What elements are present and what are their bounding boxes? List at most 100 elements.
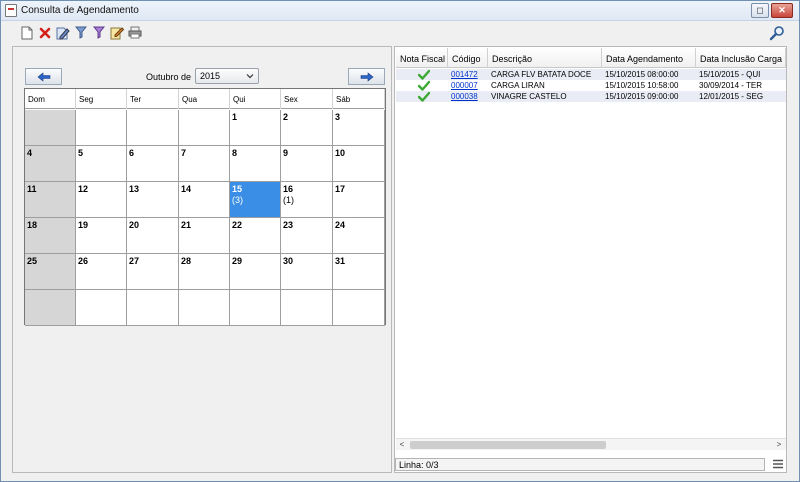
day-number: 14 [181,184,192,194]
calendar-day-cell[interactable]: 14 [179,182,230,218]
table-header: Nota Fiscal Código Descrição Data Agendamen… [396,48,786,68]
calendar-day-cell[interactable]: 15 (3) [230,182,281,218]
new-document-icon[interactable] [19,25,34,40]
previous-month-button[interactable] [25,68,62,85]
day-number: 19 [78,220,89,230]
calendar-day-cell[interactable]: 17 [333,182,385,218]
calendar-day-cell[interactable]: 27 [127,254,179,290]
calendar-day-cell[interactable]: 4 [25,146,76,182]
scroll-left-arrow[interactable]: < [396,439,408,451]
calendar-day-cell[interactable] [179,110,230,146]
chevron-down-icon [246,74,254,79]
scrollbar-thumb[interactable] [410,441,606,449]
table-row[interactable]: 001472 CARGA FLV BATATA DOCE 15/10/2015 08… [396,69,786,80]
column-header[interactable]: Data Inclusão Carga [696,48,786,68]
calendar-day-cell[interactable]: 1 [230,110,281,146]
weekday-label: Ter [127,89,179,109]
delete-icon[interactable] [37,25,52,40]
next-month-button[interactable] [348,68,385,85]
calendar-day-cell[interactable] [76,290,127,326]
weekday-label: Dom [25,89,76,109]
weekday-label: Qua [179,89,230,109]
close-button[interactable]: ✕ [771,3,793,18]
codigo-link[interactable]: 000007 [448,80,488,91]
calendar-day-cell[interactable]: 13 [127,182,179,218]
calendar-day-cell[interactable] [25,110,76,146]
calendar-day-cell[interactable]: 16 (1) [281,182,333,218]
codigo-link[interactable]: 000038 [448,91,488,102]
restore-button[interactable]: ◻ [751,3,769,18]
day-number: 2 [283,112,289,122]
column-header[interactable]: Descrição [488,48,602,68]
calendar-day-cell[interactable]: 28 [179,254,230,290]
filter-active-icon[interactable] [91,25,106,40]
calendar-day-cell[interactable] [230,290,281,326]
arrow-right-icon [360,71,373,82]
calendar-day-cell[interactable] [179,290,230,326]
day-number: 3 [335,112,341,122]
day-number: 18 [27,220,38,230]
toolbar [1,22,799,44]
scroll-right-arrow[interactable]: > [773,439,785,451]
calendar-day-cell[interactable] [333,290,385,326]
calendar-day-cell[interactable]: 22 [230,218,281,254]
nota-fiscal-cell [396,69,448,80]
print-icon[interactable] [127,25,142,40]
weekday-label: Qui [230,89,281,109]
calendar-day-cell[interactable]: 9 [281,146,333,182]
appointment-count: (3) [232,195,243,205]
calendar-day-cell[interactable]: 26 [76,254,127,290]
column-header[interactable]: Código [448,48,488,68]
day-number: 20 [129,220,140,230]
calendar-day-cell[interactable]: 11 [25,182,76,218]
calendar-day-cell[interactable]: 18 [25,218,76,254]
table-row[interactable]: 000007 CARGA LIRAN 15/10/2015 10:58:00 30/0… [396,80,786,91]
calendar-day-cell[interactable]: 5 [76,146,127,182]
day-number: 11 [27,184,37,194]
calendar-day-cell[interactable]: 23 [281,218,333,254]
day-number: 17 [335,184,346,194]
calendar-day-cell[interactable] [76,110,127,146]
weekday-label: Seg [76,89,127,109]
edit-icon[interactable] [109,25,124,40]
calendar-day-cell[interactable]: 20 [127,218,179,254]
calendar-day-cell[interactable]: 12 [76,182,127,218]
filter-icon[interactable] [73,25,88,40]
table-row[interactable]: 000038 VINAGRE CASTELO 15/10/2015 09:00:00… [396,91,786,102]
calendar-day-cell[interactable]: 3 [333,110,385,146]
calendar-day-cell[interactable] [25,290,76,326]
calendar-day-cell[interactable]: 24 [333,218,385,254]
calendar-day-cell[interactable] [127,110,179,146]
horizontal-scrollbar[interactable]: < > [396,438,786,450]
data-inclusao-cell: 15/10/2015 - QUI [699,70,761,79]
calendar-day-cell[interactable]: 10 [333,146,385,182]
codigo-link[interactable]: 001472 [448,69,488,80]
descricao-cell: VINAGRE CASTELO [491,92,567,101]
calendar-day-cell[interactable]: 2 [281,110,333,146]
year-select[interactable]: 2015 [195,68,259,84]
calendar-day-cell[interactable]: 21 [179,218,230,254]
data-inclusao-cell: 12/01/2015 - SEG [699,92,764,101]
edit-document-icon[interactable] [55,25,70,40]
app-icon [5,4,17,17]
calendar-day-cell[interactable]: 29 [230,254,281,290]
day-number: 1 [232,112,238,122]
calendar-day-cell[interactable]: 8 [230,146,281,182]
calendar-day-cell[interactable]: 30 [281,254,333,290]
check-icon [418,91,430,102]
day-number: 22 [232,220,243,230]
column-header[interactable]: Nota Fiscal [396,48,448,68]
calendar-day-cell[interactable] [281,290,333,326]
descricao-cell: CARGA LIRAN [491,81,545,90]
calendar-day-cell[interactable] [127,290,179,326]
calendar-day-cell[interactable]: 7 [179,146,230,182]
calendar-day-cell[interactable]: 31 [333,254,385,290]
calendar-day-cell[interactable]: 19 [76,218,127,254]
descricao-cell: CARGA FLV BATATA DOCE [491,70,592,79]
calendar-day-cell[interactable]: 25 [25,254,76,290]
column-header[interactable]: Data Agendamento [602,48,696,68]
status-bar: Linha: 0/3 [395,458,765,471]
calendar-day-cell[interactable]: 6 [127,146,179,182]
menu-icon[interactable] [772,459,784,469]
search-icon[interactable] [769,25,785,41]
